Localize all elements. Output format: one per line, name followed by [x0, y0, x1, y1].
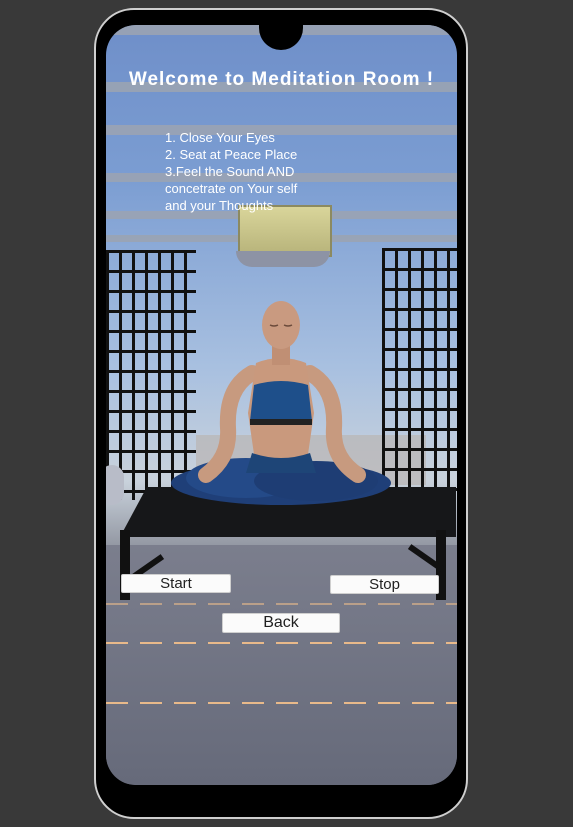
instruction-line: 1. Close Your Eyes — [165, 130, 275, 145]
floor-light-strip — [106, 702, 457, 704]
app-screen: Welcome to Meditation Room ! 1. Close Yo… — [106, 25, 457, 785]
stop-button[interactable]: Stop — [330, 575, 439, 594]
instruction-line: and your Thoughts — [165, 198, 274, 213]
instruction-line: 3.Feel the Sound AND — [165, 164, 295, 179]
floor-light-strip — [106, 603, 457, 605]
instruction-line: concetrate on Your self — [165, 181, 298, 196]
instructions-text: 1. Close Your Eyes 2. Seat at Peace Plac… — [165, 129, 335, 214]
instruction-line: 2. Seat at Peace Place — [165, 147, 298, 162]
meditating-avatar — [171, 301, 391, 505]
lamp-base — [236, 251, 330, 267]
start-button[interactable]: Start — [121, 574, 231, 593]
side-stool — [106, 465, 124, 505]
back-button[interactable]: Back — [222, 613, 340, 633]
floor-light-strip — [106, 642, 457, 644]
page-title: Welcome to Meditation Room ! — [128, 69, 435, 90]
